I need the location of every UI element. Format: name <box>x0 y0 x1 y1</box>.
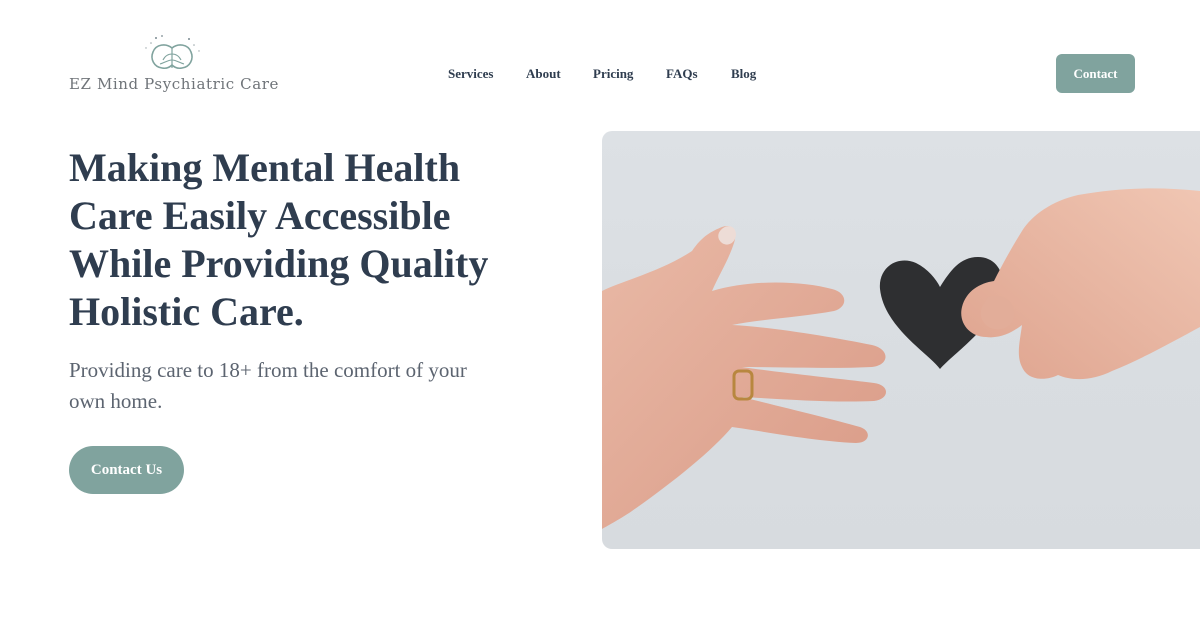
nav-item-services[interactable]: Services <box>448 66 493 82</box>
nav-item-faqs[interactable]: FAQs <box>666 66 698 82</box>
hero-title: Making Mental Health Care Easily Accessi… <box>69 145 489 334</box>
hero-image <box>602 131 1200 549</box>
nav-item-about[interactable]: About <box>526 66 561 82</box>
brand-logo[interactable]: EZ Mind Psychiatric Care <box>69 34 279 98</box>
brain-icon <box>145 35 200 70</box>
hero-subtitle: Providing care to 18+ from the comfort o… <box>69 358 467 413</box>
hands-heart-photo <box>602 188 1200 529</box>
brand-name: EZ Mind Psychiatric Care <box>69 75 280 93</box>
contact-us-button[interactable]: Contact Us <box>69 446 184 494</box>
nav-item-pricing[interactable]: Pricing <box>593 66 633 82</box>
nav-item-blog[interactable]: Blog <box>731 66 756 82</box>
header-contact-button[interactable]: Contact <box>1056 54 1135 93</box>
